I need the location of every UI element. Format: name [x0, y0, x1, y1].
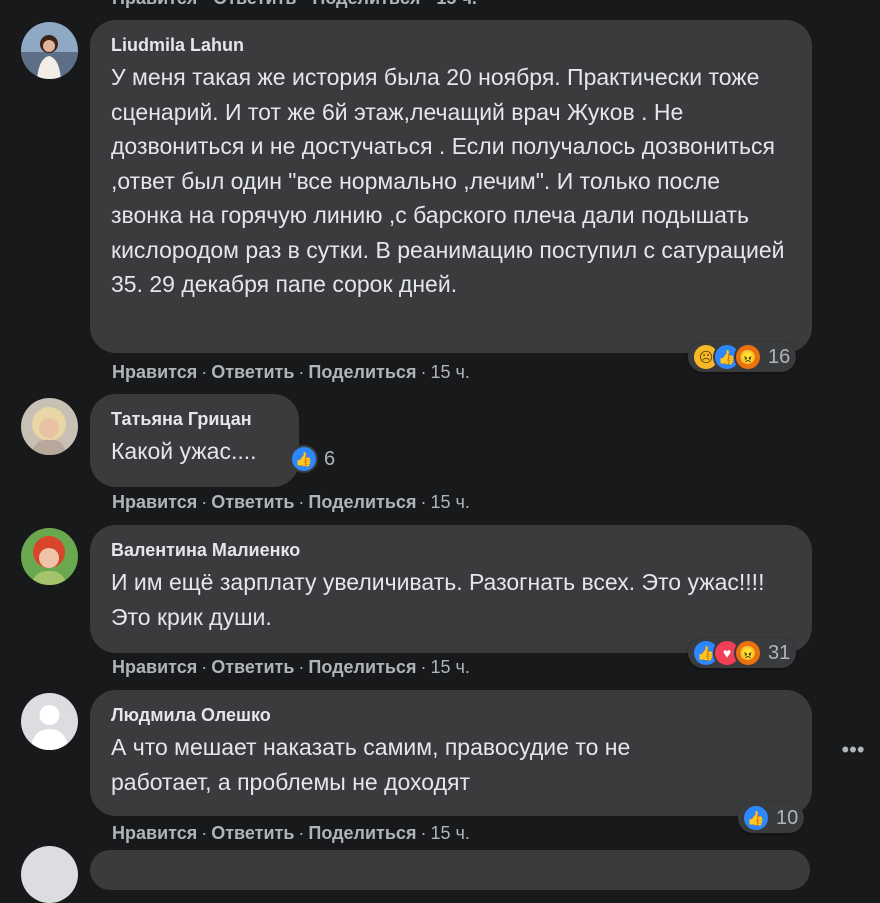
separator: · [420, 362, 427, 382]
separator: · [298, 362, 305, 382]
separator: · [420, 823, 427, 843]
avatar[interactable] [21, 22, 78, 79]
comment-bubble: Татьяна Грицан Какой ужас.... [90, 394, 299, 487]
separator: · [201, 362, 208, 382]
timestamp[interactable]: 15 ч. [430, 823, 469, 843]
comment-author[interactable]: Людмила Олешко [111, 704, 792, 726]
reaction-count: 16 [768, 345, 791, 368]
separator: · [420, 657, 427, 677]
separator: · [201, 657, 208, 677]
comment-text: И им ещё зарплату увеличивать. Разогнать… [111, 569, 765, 630]
timestamp[interactable]: 15 ч. [430, 492, 469, 512]
like-button[interactable]: Нравится [112, 362, 197, 382]
reaction-summary[interactable]: 👍 6 [286, 444, 341, 474]
share-button[interactable]: Поделиться [308, 823, 416, 843]
reaction-summary[interactable]: 👍 10 [738, 803, 805, 833]
reply-button[interactable]: Ответить [211, 492, 294, 512]
separator: · [201, 823, 208, 843]
like-reaction-icon: 👍 [290, 445, 318, 473]
timestamp[interactable]: 15 ч. [430, 657, 469, 677]
share-button[interactable]: Поделиться [308, 362, 416, 382]
separator: · [420, 492, 427, 512]
previous-comment-actions: Нравится · Ответить · Поделиться · 15 ч. [112, 0, 477, 9]
comment-text: Какой ужас.... [111, 438, 257, 464]
comment-actions: Нравится · Ответить · Поделиться · 15 ч. [112, 657, 470, 678]
angry-reaction-icon: 😠 [734, 343, 762, 371]
reaction-count: 10 [776, 806, 799, 829]
reaction-summary[interactable]: 👍 ♥ 😠 31 [688, 638, 797, 668]
comment-actions: Нравится · Ответить · Поделиться · 15 ч. [112, 362, 470, 383]
reaction-count: 6 [324, 447, 336, 470]
like-button[interactable]: Нравится [112, 492, 197, 512]
reaction-summary[interactable]: ☹ 👍 😠 16 [688, 342, 797, 372]
comment-actions: Нравится · Ответить · Поделиться · 15 ч. [112, 492, 470, 513]
avatar[interactable] [21, 528, 78, 585]
avatar[interactable] [21, 693, 78, 750]
comment-text: У меня такая же история была 20 ноября. … [111, 64, 785, 297]
comment-text: А что мешает наказать самим, правосудие … [111, 734, 631, 795]
angry-reaction-icon: 😠 [734, 639, 762, 667]
timestamp[interactable]: 15 ч. [430, 362, 469, 382]
like-button[interactable]: Нравится [112, 657, 197, 677]
like-button[interactable]: Нравится [112, 823, 197, 843]
comment-author[interactable]: Liudmila Lahun [111, 34, 792, 56]
reply-button[interactable]: Ответить [211, 657, 294, 677]
separator: · [201, 492, 208, 512]
separator: · [298, 823, 305, 843]
separator: · [298, 657, 305, 677]
share-button[interactable]: Поделиться [308, 492, 416, 512]
separator: · [298, 492, 305, 512]
reaction-count: 31 [768, 641, 791, 664]
like-reaction-icon: 👍 [742, 804, 770, 832]
more-options-icon[interactable]: ••• [836, 735, 870, 769]
comment-author[interactable]: Валентина Малиенко [111, 539, 792, 561]
comment-bubble: Людмила Олешко А что мешает наказать сам… [90, 690, 812, 816]
share-button[interactable]: Поделиться [308, 657, 416, 677]
comment-actions: Нравится · Ответить · Поделиться · 15 ч. [112, 823, 470, 844]
reply-button[interactable]: Ответить [211, 823, 294, 843]
comment-bubble: Liudmila Lahun У меня такая же история б… [90, 20, 812, 353]
avatar[interactable] [21, 398, 78, 455]
comment-author[interactable]: Татьяна Грицан [111, 408, 279, 430]
comment-bubble: Валентина Малиенко И им ещё зарплату уве… [90, 525, 812, 653]
comment-bubble [90, 850, 810, 890]
avatar[interactable] [21, 846, 78, 903]
reply-button[interactable]: Ответить [211, 362, 294, 382]
